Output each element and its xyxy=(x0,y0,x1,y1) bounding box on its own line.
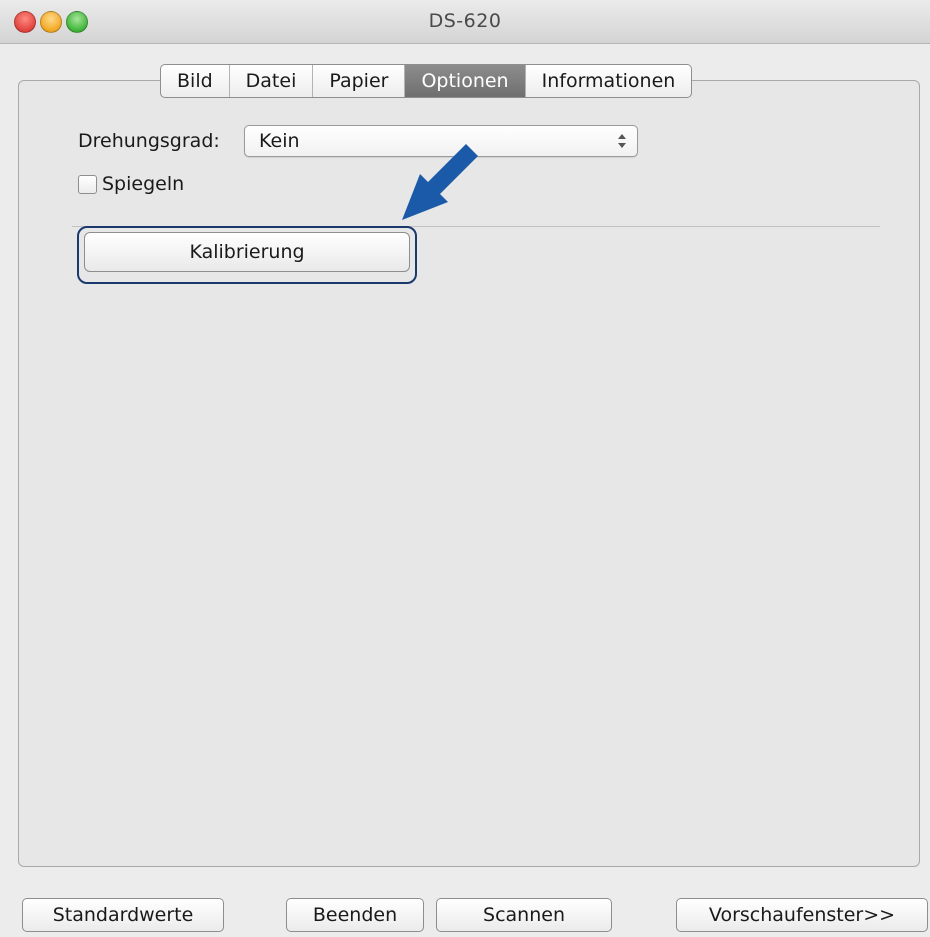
mirror-checkbox[interactable] xyxy=(78,175,97,194)
tab-optionen[interactable]: Optionen xyxy=(405,65,526,97)
pointer-arrow-icon xyxy=(402,144,478,220)
quit-button[interactable]: Beenden xyxy=(286,898,424,932)
rotation-select-value: Kein xyxy=(259,130,300,152)
tab-bar: Bild Datei Papier Optionen Informationen xyxy=(160,64,693,98)
rotation-label: Drehungsgrad: xyxy=(78,130,220,152)
scanner-window: DS-620 Bild Datei Papier Optionen Inform… xyxy=(0,0,930,937)
window-title: DS-620 xyxy=(428,10,502,32)
scan-button[interactable]: Scannen xyxy=(436,898,612,932)
tab-bild[interactable]: Bild xyxy=(161,65,230,97)
tab-datei[interactable]: Datei xyxy=(230,65,314,97)
mirror-label: Spiegeln xyxy=(102,173,185,195)
select-arrows-icon xyxy=(618,134,626,148)
defaults-button[interactable]: Standardwerte xyxy=(22,898,224,932)
title-bar: DS-620 xyxy=(0,0,930,44)
calibration-button[interactable]: Kalibrierung xyxy=(84,232,410,272)
preview-button[interactable]: Vorschaufenster>> xyxy=(676,898,928,932)
tab-informationen[interactable]: Informationen xyxy=(526,65,692,97)
tab-papier[interactable]: Papier xyxy=(313,65,406,97)
